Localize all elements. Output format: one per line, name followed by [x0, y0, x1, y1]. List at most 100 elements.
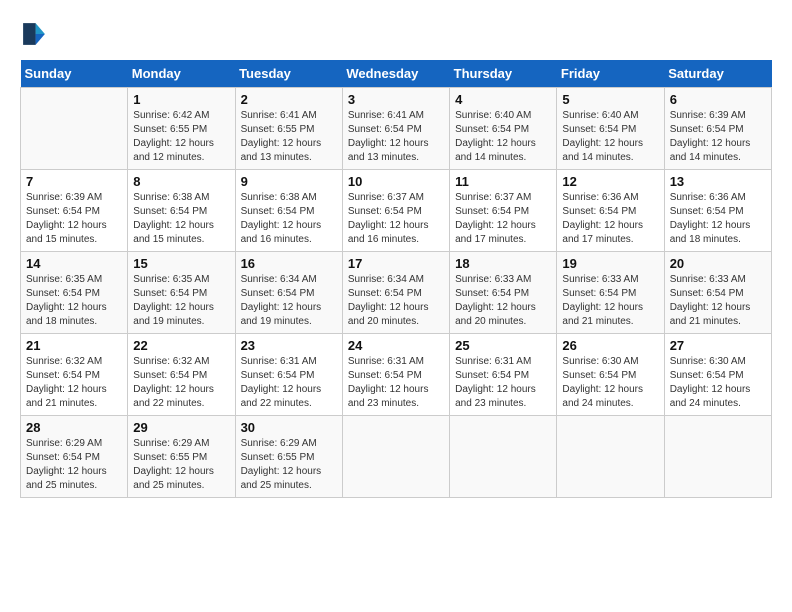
day-info: Sunrise: 6:39 AM Sunset: 6:54 PM Dayligh… — [26, 191, 122, 247]
generalblue-logo-icon — [20, 20, 48, 48]
day-info: Sunrise: 6:41 AM Sunset: 6:55 PM Dayligh… — [241, 109, 337, 165]
calendar-cell: 12 Sunrise: 6:36 AM Sunset: 6:54 PM Dayli… — [557, 170, 664, 252]
header-cell-thursday: Thursday — [450, 60, 557, 88]
day-info: Sunrise: 6:40 AM Sunset: 6:54 PM Dayligh… — [455, 109, 551, 165]
calendar-cell: 6 Sunrise: 6:39 AM Sunset: 6:54 PM Daylig… — [664, 88, 771, 170]
day-number: 4 — [455, 92, 551, 107]
day-info: Sunrise: 6:38 AM Sunset: 6:54 PM Dayligh… — [241, 191, 337, 247]
calendar-cell: 13 Sunrise: 6:36 AM Sunset: 6:54 PM Dayli… — [664, 170, 771, 252]
day-info: Sunrise: 6:36 AM Sunset: 6:54 PM Dayligh… — [562, 191, 658, 247]
calendar-cell: 7 Sunrise: 6:39 AM Sunset: 6:54 PM Daylig… — [21, 170, 128, 252]
header-cell-wednesday: Wednesday — [342, 60, 449, 88]
calendar-cell: 28Sunrise: 6:29 AM Sunset: 6:54 PM Dayli… — [21, 416, 128, 498]
day-number: 30 — [241, 420, 337, 435]
day-info: Sunrise: 6:39 AM Sunset: 6:54 PM Dayligh… — [670, 109, 766, 165]
day-info: Sunrise: 6:32 AM Sunset: 6:54 PM Dayligh… — [133, 355, 229, 411]
day-number: 6 — [670, 92, 766, 107]
day-number: 9 — [241, 174, 337, 189]
day-number: 23 — [241, 338, 337, 353]
calendar-cell: 22Sunrise: 6:32 AM Sunset: 6:54 PM Dayli… — [128, 334, 235, 416]
week-row-1: 1Sunrise: 6:42 AM Sunset: 6:55 PM Daylig… — [21, 88, 772, 170]
calendar-cell: 14 Sunrise: 6:35 AM Sunset: 6:54 PM Dayli… — [21, 252, 128, 334]
day-info: Sunrise: 6:33 AM Sunset: 6:54 PM Dayligh… — [455, 273, 551, 329]
calendar-cell: 17Sunrise: 6:34 AM Sunset: 6:54 PM Dayli… — [342, 252, 449, 334]
day-info: Sunrise: 6:33 AM Sunset: 6:54 PM Dayligh… — [562, 273, 658, 329]
day-number: 19 — [562, 256, 658, 271]
calendar-cell: 26 Sunrise: 6:30 AM Sunset: 6:54 PM Dayli… — [557, 334, 664, 416]
week-row-5: 28Sunrise: 6:29 AM Sunset: 6:54 PM Dayli… — [21, 416, 772, 498]
day-info: Sunrise: 6:29 AM Sunset: 6:55 PM Dayligh… — [133, 437, 229, 493]
day-number: 11 — [455, 174, 551, 189]
day-info: Sunrise: 6:31 AM Sunset: 6:54 PM Dayligh… — [241, 355, 337, 411]
calendar-cell: 1Sunrise: 6:42 AM Sunset: 6:55 PM Daylig… — [128, 88, 235, 170]
calendar-cell: 21Sunrise: 6:32 AM Sunset: 6:54 PM Dayli… — [21, 334, 128, 416]
calendar-cell — [557, 416, 664, 498]
calendar-cell: 25 Sunrise: 6:31 AM Sunset: 6:54 PM Dayli… — [450, 334, 557, 416]
day-number: 5 — [562, 92, 658, 107]
day-number: 3 — [348, 92, 444, 107]
day-number: 29 — [133, 420, 229, 435]
day-number: 14 — [26, 256, 122, 271]
day-info: Sunrise: 6:31 AM Sunset: 6:54 PM Dayligh… — [348, 355, 444, 411]
header-cell-friday: Friday — [557, 60, 664, 88]
calendar-header: SundayMondayTuesdayWednesdayThursdayFrid… — [21, 60, 772, 88]
day-info: Sunrise: 6:30 AM Sunset: 6:54 PM Dayligh… — [670, 355, 766, 411]
day-info: Sunrise: 6:29 AM Sunset: 6:54 PM Dayligh… — [26, 437, 122, 493]
day-info: Sunrise: 6:31 AM Sunset: 6:54 PM Dayligh… — [455, 355, 551, 411]
calendar-cell: 5 Sunrise: 6:40 AM Sunset: 6:54 PM Daylig… — [557, 88, 664, 170]
day-info: Sunrise: 6:41 AM Sunset: 6:54 PM Dayligh… — [348, 109, 444, 165]
day-number: 2 — [241, 92, 337, 107]
day-info: Sunrise: 6:30 AM Sunset: 6:54 PM Dayligh… — [562, 355, 658, 411]
calendar-cell — [664, 416, 771, 498]
calendar-cell: 8 Sunrise: 6:38 AM Sunset: 6:54 PM Daylig… — [128, 170, 235, 252]
day-info: Sunrise: 6:36 AM Sunset: 6:54 PM Dayligh… — [670, 191, 766, 247]
calendar-cell: 27 Sunrise: 6:30 AM Sunset: 6:54 PM Dayli… — [664, 334, 771, 416]
header-cell-monday: Monday — [128, 60, 235, 88]
day-number: 15 — [133, 256, 229, 271]
header-cell-saturday: Saturday — [664, 60, 771, 88]
calendar-cell: 4 Sunrise: 6:40 AM Sunset: 6:54 PM Daylig… — [450, 88, 557, 170]
calendar-cell: 30 Sunrise: 6:29 AM Sunset: 6:55 PM Dayli… — [235, 416, 342, 498]
day-number: 8 — [133, 174, 229, 189]
day-info: Sunrise: 6:40 AM Sunset: 6:54 PM Dayligh… — [562, 109, 658, 165]
calendar-cell: 23 Sunrise: 6:31 AM Sunset: 6:54 PM Dayli… — [235, 334, 342, 416]
day-info: Sunrise: 6:32 AM Sunset: 6:54 PM Dayligh… — [26, 355, 122, 411]
day-number: 27 — [670, 338, 766, 353]
day-info: Sunrise: 6:37 AM Sunset: 6:54 PM Dayligh… — [455, 191, 551, 247]
calendar-cell — [450, 416, 557, 498]
day-number: 20 — [670, 256, 766, 271]
logo — [20, 20, 50, 48]
calendar-table: SundayMondayTuesdayWednesdayThursdayFrid… — [20, 60, 772, 498]
day-number: 25 — [455, 338, 551, 353]
calendar-cell: 18Sunrise: 6:33 AM Sunset: 6:54 PM Dayli… — [450, 252, 557, 334]
day-info: Sunrise: 6:35 AM Sunset: 6:54 PM Dayligh… — [26, 273, 122, 329]
day-number: 12 — [562, 174, 658, 189]
day-number: 7 — [26, 174, 122, 189]
calendar-cell: 10 Sunrise: 6:37 AM Sunset: 6:54 PM Dayli… — [342, 170, 449, 252]
calendar-cell: 2 Sunrise: 6:41 AM Sunset: 6:55 PM Daylig… — [235, 88, 342, 170]
calendar-cell: 15 Sunrise: 6:35 AM Sunset: 6:54 PM Dayli… — [128, 252, 235, 334]
week-row-2: 7 Sunrise: 6:39 AM Sunset: 6:54 PM Daylig… — [21, 170, 772, 252]
calendar-cell: 11 Sunrise: 6:37 AM Sunset: 6:54 PM Dayli… — [450, 170, 557, 252]
week-row-4: 21Sunrise: 6:32 AM Sunset: 6:54 PM Dayli… — [21, 334, 772, 416]
header-row: SundayMondayTuesdayWednesdayThursdayFrid… — [21, 60, 772, 88]
day-number: 16 — [241, 256, 337, 271]
day-info: Sunrise: 6:38 AM Sunset: 6:54 PM Dayligh… — [133, 191, 229, 247]
calendar-cell: 9 Sunrise: 6:38 AM Sunset: 6:54 PM Daylig… — [235, 170, 342, 252]
calendar-cell: 16 Sunrise: 6:34 AM Sunset: 6:54 PM Dayli… — [235, 252, 342, 334]
calendar-cell: 19 Sunrise: 6:33 AM Sunset: 6:54 PM Dayli… — [557, 252, 664, 334]
day-number: 13 — [670, 174, 766, 189]
day-info: Sunrise: 6:35 AM Sunset: 6:54 PM Dayligh… — [133, 273, 229, 329]
day-info: Sunrise: 6:42 AM Sunset: 6:55 PM Dayligh… — [133, 109, 229, 165]
day-info: Sunrise: 6:34 AM Sunset: 6:54 PM Dayligh… — [241, 273, 337, 329]
day-number: 24 — [348, 338, 444, 353]
day-info: Sunrise: 6:34 AM Sunset: 6:54 PM Dayligh… — [348, 273, 444, 329]
calendar-cell: 20Sunrise: 6:33 AM Sunset: 6:54 PM Dayli… — [664, 252, 771, 334]
day-number: 10 — [348, 174, 444, 189]
calendar-cell: 24 Sunrise: 6:31 AM Sunset: 6:54 PM Dayli… — [342, 334, 449, 416]
header — [20, 20, 772, 48]
day-info: Sunrise: 6:37 AM Sunset: 6:54 PM Dayligh… — [348, 191, 444, 247]
day-number: 26 — [562, 338, 658, 353]
header-cell-sunday: Sunday — [21, 60, 128, 88]
day-info: Sunrise: 6:29 AM Sunset: 6:55 PM Dayligh… — [241, 437, 337, 493]
